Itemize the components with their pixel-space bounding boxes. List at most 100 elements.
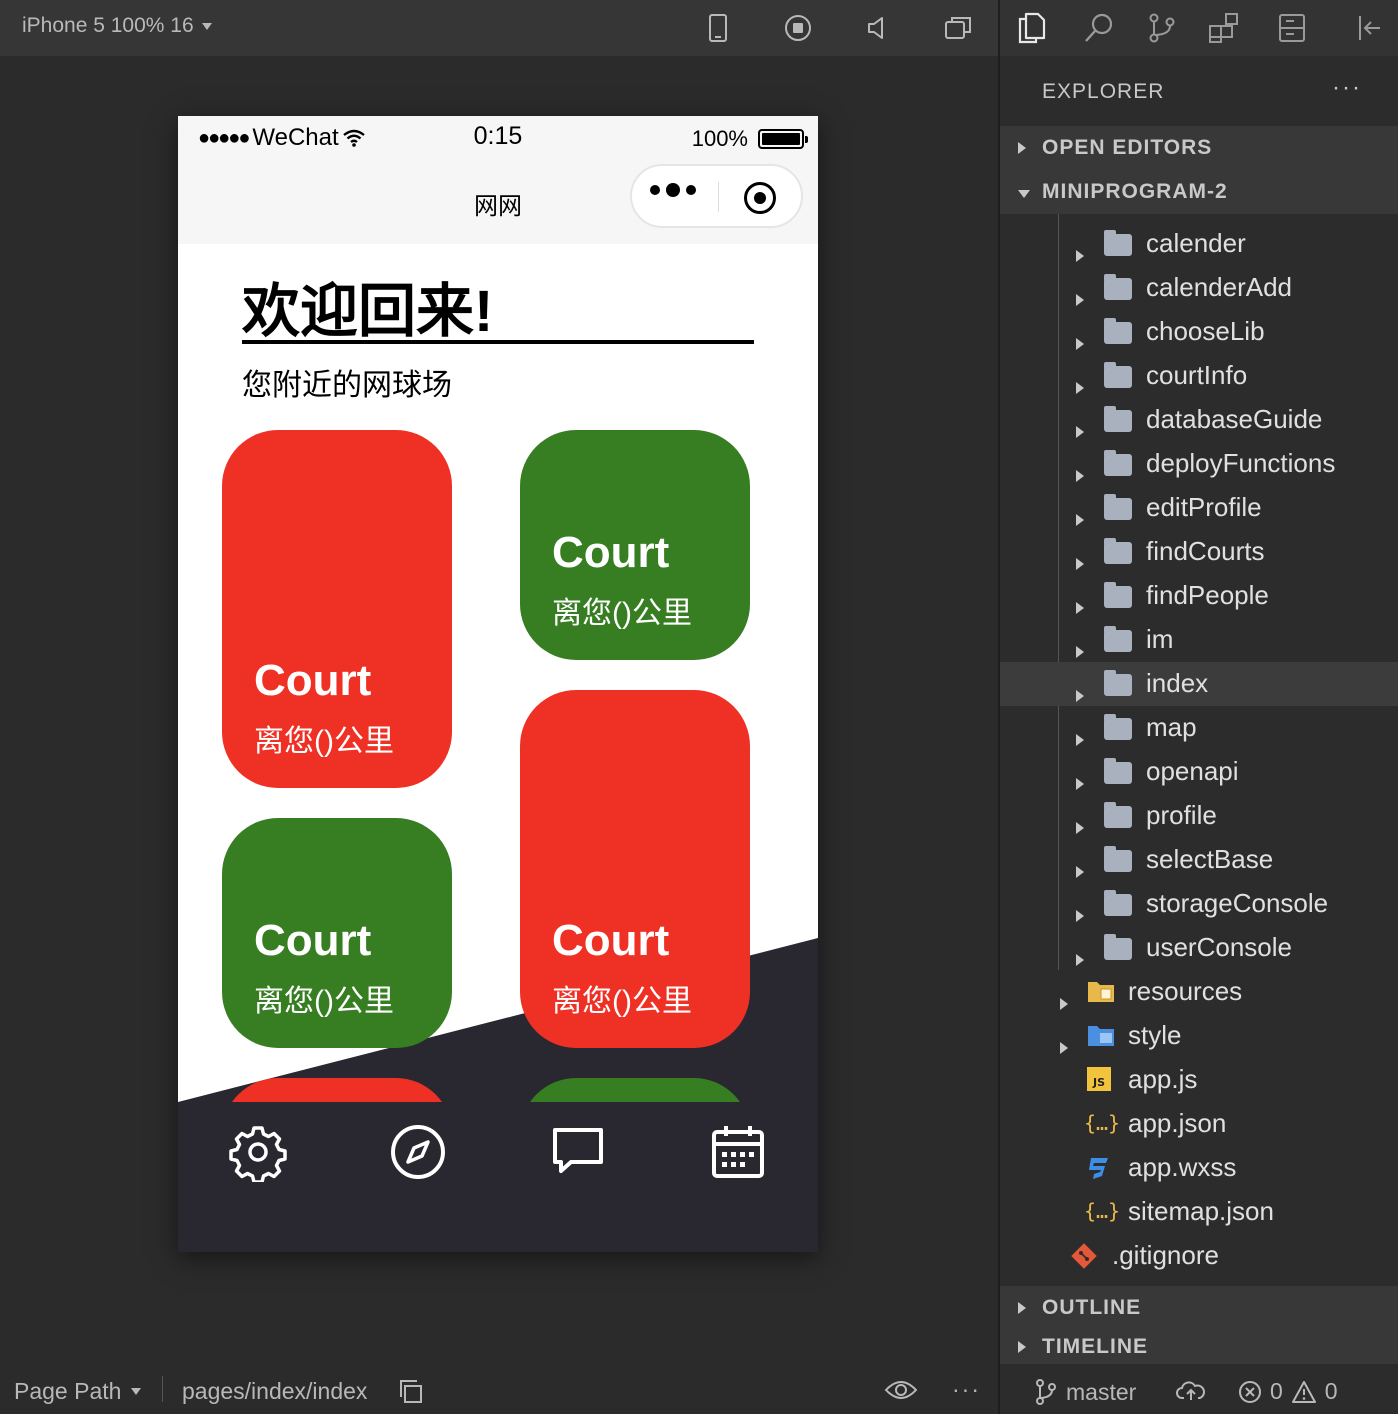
- folder-style-icon: [1086, 1022, 1116, 1050]
- page-path-label: Page Path: [14, 1378, 122, 1404]
- calendar-icon[interactable]: [708, 1122, 768, 1182]
- tree-folder-databaseGuide[interactable]: databaseGuide: [1000, 398, 1398, 442]
- tree-folder-chooseLib[interactable]: chooseLib: [1000, 310, 1398, 354]
- welcome-underline: [242, 340, 754, 344]
- tree-folder-userConsole[interactable]: userConsole: [1000, 926, 1398, 970]
- chevron-right-icon: [1076, 250, 1084, 262]
- tree-item-app-json[interactable]: {…} app.json: [1000, 1102, 1398, 1146]
- tree-folder-findCourts[interactable]: findCourts: [1000, 530, 1398, 574]
- tree-item-gitignore[interactable]: .gitignore: [1000, 1234, 1398, 1278]
- folder-icon: [1104, 714, 1134, 742]
- folder-icon: [1104, 670, 1134, 698]
- tree-item-label: map: [1146, 712, 1197, 742]
- divider: [162, 1376, 163, 1402]
- collapse-panel-icon[interactable]: [1352, 10, 1388, 46]
- tree-item-resources[interactable]: resources: [1000, 970, 1398, 1014]
- section-timeline[interactable]: TIMELINE: [1000, 1330, 1398, 1364]
- record-icon[interactable]: [782, 12, 814, 44]
- git-file-icon: [1070, 1242, 1100, 1270]
- eye-icon[interactable]: [884, 1378, 918, 1408]
- court-card-partial[interactable]: [520, 1078, 750, 1102]
- chat-icon[interactable]: [548, 1122, 608, 1182]
- section-project[interactable]: MINIPROGRAM-2: [1000, 170, 1398, 214]
- section-open-editors[interactable]: OPEN EDITORS: [1000, 126, 1398, 170]
- folder-icon: [1104, 494, 1134, 522]
- tree-item-app-wxss[interactable]: app.wxss: [1000, 1146, 1398, 1190]
- tree-folder-deployFunctions[interactable]: deployFunctions: [1000, 442, 1398, 486]
- folder-icon: [1104, 846, 1134, 874]
- tree-item-label: openapi: [1146, 756, 1239, 786]
- folder-icon: [1104, 450, 1134, 478]
- device-select[interactable]: iPhone 5 100% 16: [22, 14, 212, 38]
- branch-icon: [1036, 1379, 1056, 1405]
- close-target-icon[interactable]: [744, 182, 776, 214]
- tree-item-label: selectBase: [1146, 844, 1274, 874]
- tree-item-style[interactable]: style: [1000, 1014, 1398, 1058]
- tree-item-label: resources: [1128, 976, 1243, 1006]
- court-card-partial[interactable]: [222, 1078, 452, 1102]
- folder-icon: [1104, 890, 1134, 918]
- tree-folder-findPeople[interactable]: findPeople: [1000, 574, 1398, 618]
- folder-icon: [1104, 538, 1134, 566]
- court-distance: 离您()公里: [254, 725, 394, 758]
- error-count: 0: [1270, 1378, 1283, 1404]
- volume-icon[interactable]: [862, 12, 894, 44]
- problems-indicator[interactable]: 0 0: [1238, 1378, 1338, 1405]
- folder-icon: [1104, 582, 1134, 610]
- search-icon[interactable]: [1082, 10, 1118, 46]
- tree-item-label: calender: [1146, 228, 1246, 258]
- svg-text:{…}: {…}: [1086, 1111, 1118, 1135]
- git-branch[interactable]: master: [1034, 1378, 1136, 1406]
- tree-folder-storageConsole[interactable]: storageConsole: [1000, 882, 1398, 926]
- page-content[interactable]: 欢迎回来! 您附近的网球场 Court 离您()公里 Court 离您()公里 …: [178, 244, 818, 1102]
- tab-bar: [178, 1102, 818, 1252]
- folder-icon: [1104, 758, 1134, 786]
- tree-folder-map[interactable]: map: [1000, 706, 1398, 750]
- section-label: TIMELINE: [1042, 1335, 1148, 1358]
- battery-percent: 100%: [691, 126, 748, 151]
- section-outline[interactable]: OUTLINE: [1000, 1286, 1398, 1330]
- tree-folder-calender[interactable]: calender: [1000, 222, 1398, 266]
- more-icon[interactable]: [650, 183, 696, 197]
- court-card[interactable]: Court 离您()公里: [520, 430, 750, 660]
- tree-item-label: calenderAdd: [1146, 272, 1292, 302]
- gear-icon[interactable]: [228, 1122, 288, 1184]
- compass-icon[interactable]: [388, 1122, 448, 1182]
- source-control-icon[interactable]: [1144, 10, 1180, 46]
- tree-folder-openapi[interactable]: openapi: [1000, 750, 1398, 794]
- tree-item-label: app.json: [1128, 1108, 1227, 1138]
- tree-item-label: findCourts: [1146, 536, 1265, 566]
- page-path-select[interactable]: Page Path: [14, 1378, 142, 1405]
- window-icon[interactable]: [942, 12, 974, 44]
- copy-icon[interactable]: [398, 1378, 426, 1412]
- tree-item-label: index: [1146, 668, 1209, 698]
- tree-folder-calenderAdd[interactable]: calenderAdd: [1000, 266, 1398, 310]
- court-card[interactable]: Court 离您()公里: [520, 690, 750, 1048]
- tree-folder-profile[interactable]: profile: [1000, 794, 1398, 838]
- folder-icon: [1104, 274, 1134, 302]
- tree-folder-courtInfo[interactable]: courtInfo: [1000, 354, 1398, 398]
- explorer-panel: EXPLORER ··· OPEN EDITORS MINIPROGRAM-2 …: [998, 0, 1398, 1364]
- tree-item-label: chooseLib: [1146, 316, 1265, 346]
- phone-icon[interactable]: [702, 12, 734, 44]
- tree-folder-im[interactable]: im: [1000, 618, 1398, 662]
- tree-folder-editProfile[interactable]: editProfile: [1000, 486, 1398, 530]
- cloud-sync-icon[interactable]: [1176, 1380, 1206, 1408]
- extensions-icon[interactable]: [1206, 10, 1242, 46]
- more-icon[interactable]: ···: [952, 1376, 981, 1403]
- court-card[interactable]: Court 离您()公里: [222, 430, 452, 788]
- tree-item-label: deployFunctions: [1146, 448, 1336, 478]
- chevron-right-icon: [1076, 954, 1084, 966]
- tree-folder-index[interactable]: index: [1000, 662, 1398, 706]
- files-icon[interactable]: [1014, 10, 1050, 46]
- more-actions-icon[interactable]: ···: [1332, 74, 1362, 102]
- storage-icon[interactable]: [1274, 10, 1310, 46]
- tree-item-sitemap-json[interactable]: {…} sitemap.json: [1000, 1190, 1398, 1234]
- tree-item-app-js[interactable]: JS app.js: [1000, 1058, 1398, 1102]
- tree-item-label: .gitignore: [1112, 1240, 1219, 1270]
- court-card[interactable]: Court 离您()公里: [222, 818, 452, 1048]
- capsule-divider: [718, 182, 719, 212]
- tree-folder-selectBase[interactable]: selectBase: [1000, 838, 1398, 882]
- court-title: Court: [552, 528, 670, 577]
- folder-icon: [1104, 934, 1134, 962]
